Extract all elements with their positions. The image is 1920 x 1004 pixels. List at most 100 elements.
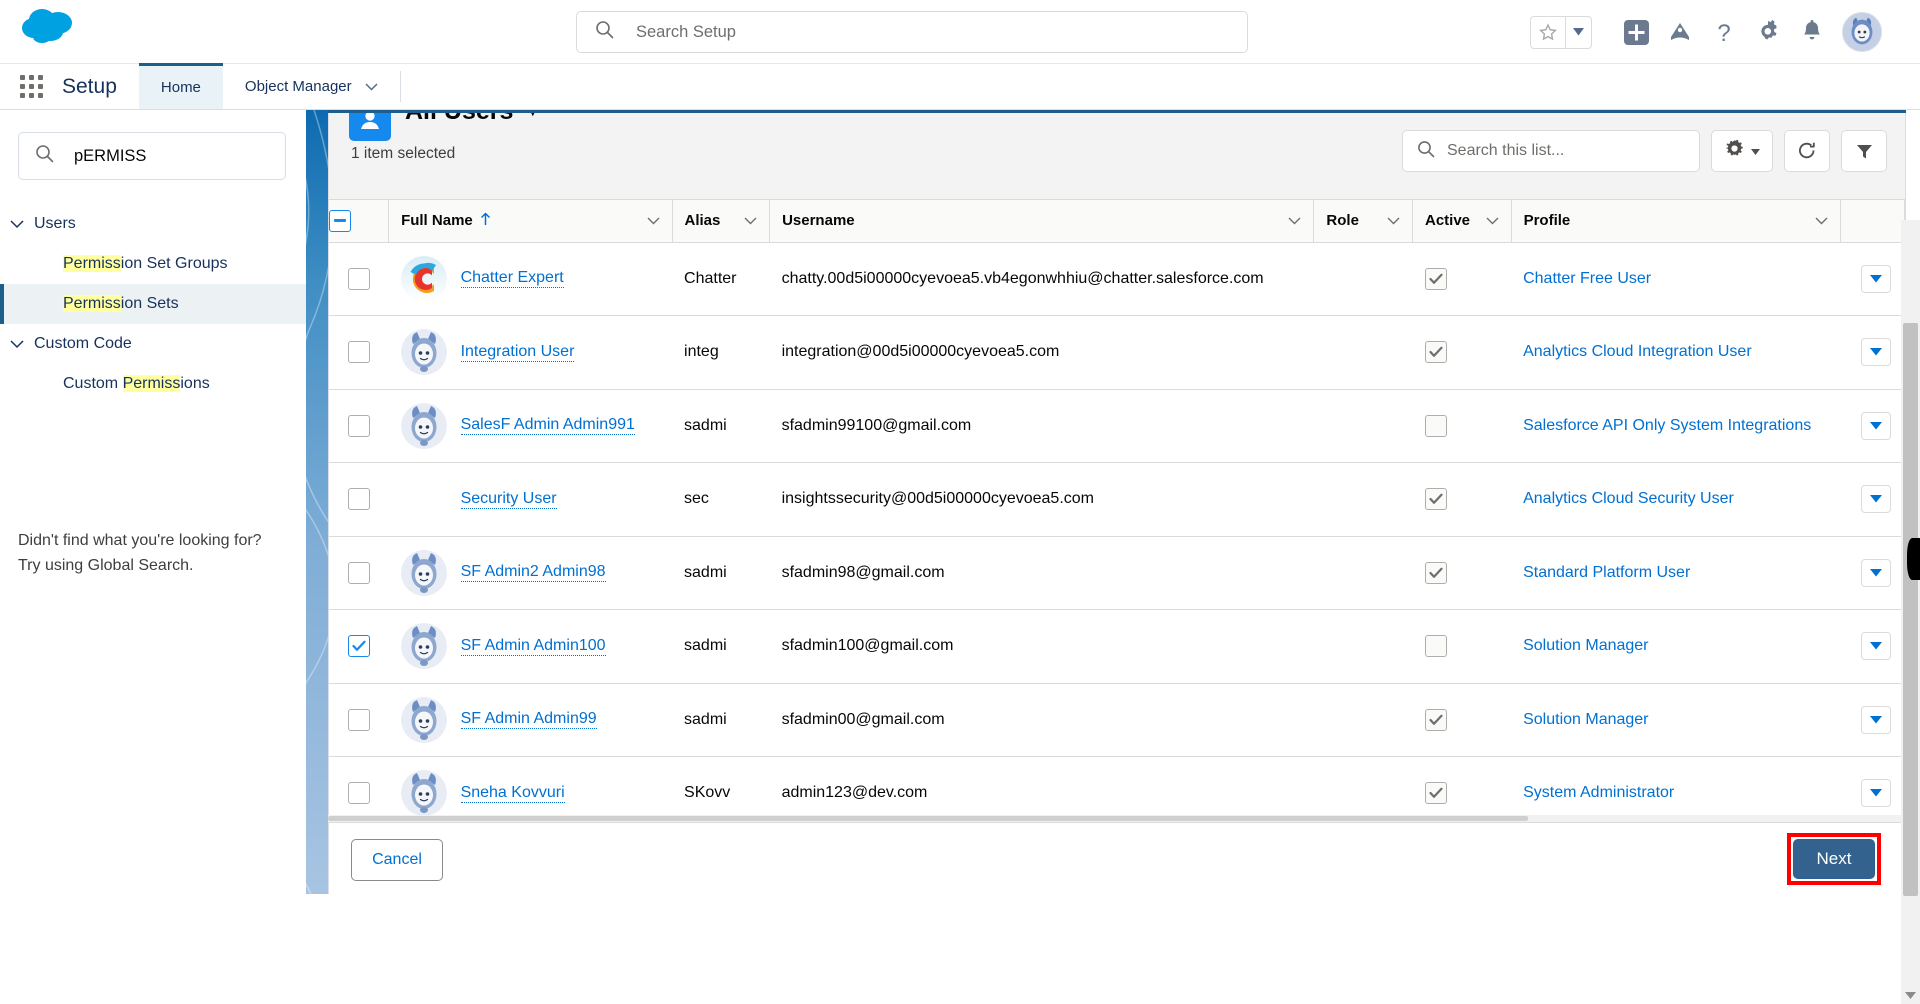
chevron-down-icon[interactable] — [647, 212, 660, 229]
row-select-cell[interactable] — [329, 609, 389, 684]
table-row[interactable]: SF Admin Admin99 sadmi sfadmin00@gmail.com… — [329, 683, 1905, 757]
table-row[interactable]: Integration User integ integration@00d5i00… — [329, 315, 1905, 390]
filter-funnel-button[interactable] — [1841, 130, 1887, 172]
scroll-down-arrow-icon[interactable] — [1901, 986, 1920, 1004]
tree-group-custom-code[interactable]: Custom Code — [0, 324, 306, 364]
table-row[interactable]: SalesF Admin Admin991 sadmi sfadmin99100@g… — [329, 389, 1905, 463]
table-row[interactable]: Chatter Expert Chatter chatty.00d5i00000cy… — [329, 242, 1905, 316]
sidebar-item-custom-permissions[interactable]: Custom Permissions — [0, 364, 306, 404]
profile-link[interactable]: Chatter Free User — [1523, 270, 1651, 287]
row-actions-dropdown-icon[interactable] — [1860, 338, 1891, 367]
notifications-bell-icon[interactable] — [1790, 10, 1834, 54]
cell-row-actions[interactable] — [1840, 315, 1905, 390]
profile-link[interactable]: System Administrator — [1523, 784, 1674, 801]
user-name-link[interactable]: Chatter Expert — [460, 269, 564, 289]
sidebar-item-permission-sets[interactable]: Permission Sets — [0, 284, 306, 324]
chevron-down-icon[interactable] — [1387, 212, 1400, 229]
list-view-chevron-down-icon[interactable]: ▼ — [525, 113, 540, 120]
quick-find-input[interactable] — [74, 146, 264, 166]
profile-link[interactable]: Solution Manager — [1523, 637, 1648, 654]
profile-link[interactable]: Solution Manager — [1523, 711, 1648, 728]
favorites-star-icon[interactable] — [1530, 15, 1565, 49]
row-select-cell[interactable] — [329, 536, 389, 610]
user-name-link[interactable]: Sneha Kovvuri — [460, 784, 565, 803]
vertical-scrollbar-thumb[interactable] — [1903, 323, 1918, 896]
table-row[interactable]: Security User sec insightssecurity@00d5i00… — [329, 462, 1905, 537]
global-search-container[interactable]: Search Setup — [576, 11, 1248, 53]
global-search-box[interactable]: Search Setup — [576, 11, 1248, 53]
cell-row-actions[interactable] — [1840, 242, 1905, 316]
tab-object-manager[interactable]: Object Manager — [223, 64, 400, 109]
row-select-checkbox[interactable] — [347, 341, 370, 364]
trailhead-icon[interactable] — [1658, 10, 1702, 54]
select-all-checkbox[interactable] — [329, 209, 351, 232]
row-actions-dropdown-icon[interactable] — [1860, 779, 1891, 808]
cell-row-actions[interactable] — [1840, 683, 1905, 757]
tree-group-users[interactable]: Users — [0, 204, 306, 244]
user-name-link[interactable]: SF Admin Admin100 — [460, 637, 606, 656]
horizontal-scrollbar[interactable] — [328, 815, 1906, 822]
column-header-select[interactable] — [329, 200, 390, 243]
row-select-cell[interactable] — [329, 683, 389, 757]
app-launcher-waffle-icon[interactable] — [0, 64, 62, 109]
table-row[interactable]: SF Admin Admin100 sadmi sfadmin100@gmail.c… — [329, 609, 1905, 684]
tab-home[interactable]: Home — [138, 63, 223, 109]
row-select-checkbox[interactable] — [347, 708, 370, 731]
column-header-full-name[interactable]: Full Name — [388, 200, 673, 243]
table-row[interactable]: SF Admin2 Admin98 sadmi sfadmin98@gmail.co… — [329, 536, 1905, 610]
column-header-alias[interactable]: Alias — [672, 200, 771, 243]
row-actions-dropdown-icon[interactable] — [1860, 705, 1891, 734]
row-select-cell[interactable] — [329, 242, 389, 316]
list-search-box[interactable]: Search this list... — [1402, 130, 1700, 172]
row-select-cell[interactable] — [329, 315, 389, 390]
quick-actions-plus-icon[interactable] — [1614, 10, 1658, 54]
profile-link[interactable]: Analytics Cloud Security User — [1523, 490, 1734, 507]
salesforce-cloud-logo[interactable] — [20, 4, 82, 48]
row-actions-dropdown-icon[interactable] — [1860, 264, 1891, 293]
row-actions-dropdown-icon[interactable] — [1860, 632, 1891, 661]
user-name-link[interactable]: SalesF Admin Admin991 — [460, 416, 635, 436]
refresh-list-button[interactable] — [1784, 130, 1830, 172]
column-header-username[interactable]: Username — [769, 200, 1315, 243]
user-avatar[interactable] — [1842, 12, 1882, 52]
chevron-down-icon[interactable] — [744, 212, 757, 229]
row-select-checkbox[interactable] — [347, 414, 370, 437]
vertical-scrollbar[interactable] — [1901, 220, 1920, 1004]
list-settings-gear-button[interactable] — [1711, 130, 1773, 172]
row-select-checkbox[interactable] — [347, 561, 370, 584]
user-name-link[interactable]: Integration User — [460, 343, 575, 362]
cell-row-actions[interactable] — [1840, 389, 1905, 463]
profile-link[interactable]: Standard Platform User — [1523, 564, 1690, 581]
user-name-link[interactable]: Security User — [460, 490, 557, 509]
quick-find-search[interactable] — [18, 132, 286, 180]
column-header-role[interactable]: Role — [1313, 200, 1413, 243]
favorites-dropdown-icon[interactable] — [1565, 15, 1592, 49]
profile-link[interactable]: Salesforce API Only System Integrations — [1523, 417, 1811, 434]
cell-row-actions[interactable] — [1840, 609, 1905, 684]
help-question-icon[interactable]: ? — [1702, 10, 1746, 54]
row-actions-dropdown-icon[interactable] — [1860, 411, 1891, 440]
sidebar-item-permission-set-groups[interactable]: Permission Set Groups — [0, 244, 306, 284]
row-select-checkbox[interactable] — [347, 635, 370, 658]
row-actions-dropdown-icon[interactable] — [1860, 485, 1891, 514]
user-name-link[interactable]: SF Admin Admin99 — [460, 710, 597, 730]
row-select-checkbox[interactable] — [347, 267, 370, 290]
list-view-title[interactable]: All Users ▼ — [405, 113, 540, 126]
column-header-active[interactable]: Active — [1412, 200, 1512, 243]
row-select-checkbox[interactable] — [347, 782, 370, 805]
row-select-cell[interactable] — [329, 389, 389, 463]
chevron-down-icon[interactable] — [1815, 212, 1828, 229]
user-name-link[interactable]: SF Admin2 Admin98 — [460, 563, 606, 583]
profile-link[interactable]: Analytics Cloud Integration User — [1523, 343, 1752, 360]
column-header-profile[interactable]: Profile — [1511, 200, 1842, 243]
row-select-cell[interactable] — [329, 462, 389, 537]
chevron-down-icon[interactable] — [1288, 212, 1301, 229]
cell-row-actions[interactable] — [1840, 536, 1905, 610]
row-select-checkbox[interactable] — [347, 488, 370, 511]
cancel-button[interactable]: Cancel — [351, 839, 443, 881]
cell-row-actions[interactable] — [1840, 462, 1905, 537]
next-button[interactable]: Next — [1793, 839, 1875, 879]
row-actions-dropdown-icon[interactable] — [1860, 558, 1891, 587]
chevron-down-icon[interactable] — [1486, 212, 1499, 229]
setup-gear-icon[interactable] — [1746, 10, 1790, 54]
